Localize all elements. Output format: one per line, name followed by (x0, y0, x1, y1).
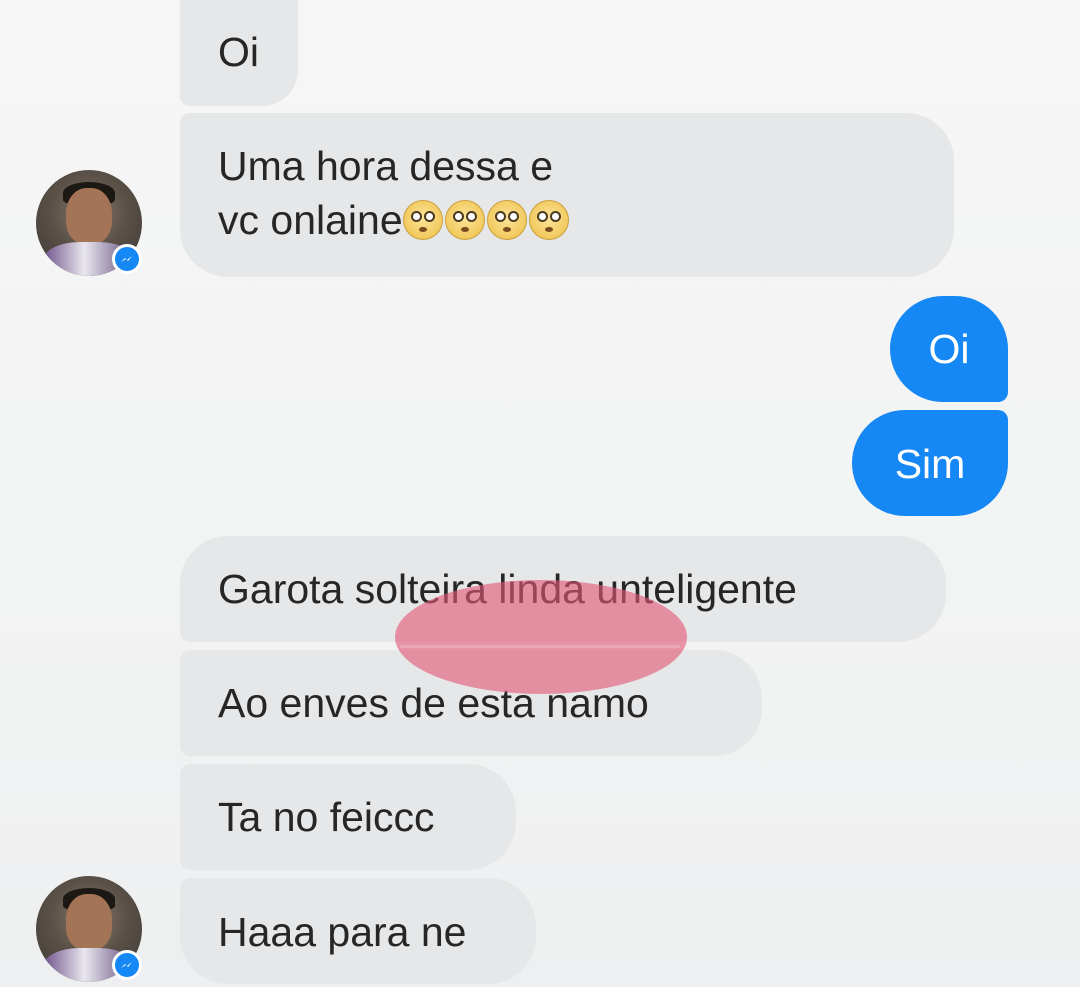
flushed-face-emoji-icon (486, 200, 527, 240)
flushed-face-emoji-icon (402, 200, 443, 240)
scribble-highlight (400, 645, 680, 648)
flushed-face-emoji-icon (528, 200, 569, 240)
received-message[interactable]: Uma hora dessa e vc onlaine (180, 113, 954, 277)
received-message[interactable]: Oi (180, 0, 298, 106)
messenger-badge-icon (112, 244, 142, 274)
received-message[interactable]: Ta no feiccc (180, 764, 516, 870)
message-text-line: Uma hora dessa e (218, 143, 554, 189)
messenger-badge-icon (112, 950, 142, 980)
received-message[interactable]: Haaa para ne (180, 878, 536, 984)
message-text-line-with-emoji: vc onlaine (218, 194, 954, 246)
message-text: Ta no feiccc (218, 794, 435, 840)
sent-message[interactable]: Oi (890, 296, 1008, 402)
flushed-face-emoji-icon (444, 200, 485, 240)
sent-message[interactable]: Sim (852, 410, 1008, 516)
message-text: vc onlaine (218, 197, 403, 243)
message-text: Haaa para ne (218, 909, 467, 955)
message-text: Oi (928, 326, 970, 372)
message-text: Sim (894, 441, 966, 487)
message-text: Oi (218, 29, 259, 75)
chat-screen: Oi Uma hora dessa e vc onlaine Oi Sim Ga… (0, 0, 1080, 987)
red-marker-scribble (395, 580, 687, 694)
